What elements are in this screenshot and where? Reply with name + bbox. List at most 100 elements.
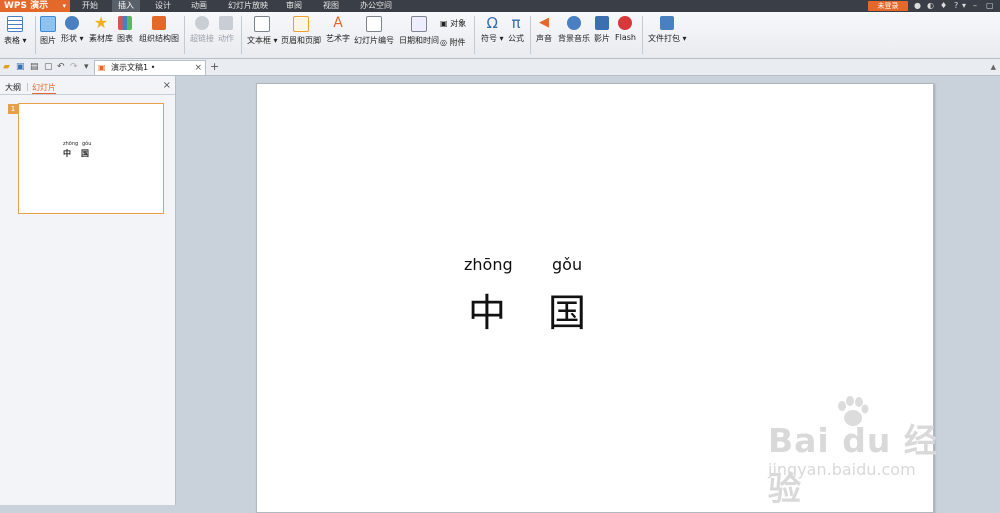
close-tab-icon[interactable]: × <box>194 61 202 75</box>
label: 表格 <box>4 36 20 45</box>
formula-button[interactable]: π 公式 <box>508 16 524 44</box>
separator <box>35 16 36 54</box>
ribbon-toolbar: 表格 ▾ 图片 形状 ▾ ★ 素材库 图表 组织结构图 超链接 动作 文本框 ▾ … <box>0 12 1000 59</box>
org-chart-button[interactable]: 组织结构图 <box>139 16 179 44</box>
pinyin-guo[interactable]: gǒu <box>552 255 582 274</box>
menu-office-space[interactable]: 办公空间 <box>360 0 392 12</box>
undo-icon[interactable]: ↶ <box>57 62 65 72</box>
attachment-icon: ◎ <box>440 38 447 47</box>
shape-icon <box>65 16 80 30</box>
print-icon[interactable]: ▤ <box>30 62 39 72</box>
label: 文本框 <box>247 36 271 45</box>
watermark-url: jingyan.baidu.com <box>768 460 916 479</box>
pinyin-zhong[interactable]: zhōng <box>464 255 513 274</box>
label: 素材库 <box>89 34 113 43</box>
wordart-icon: A <box>333 15 343 31</box>
label: 影片 <box>594 34 610 43</box>
shirt-icon[interactable]: ♦ <box>940 1 947 11</box>
hyperlink-button[interactable]: 超链接 <box>190 16 214 44</box>
open-icon[interactable]: ▰ <box>3 62 10 72</box>
hyperlink-icon <box>195 16 209 30</box>
attachment-button[interactable]: ◎ 附件 <box>440 37 466 48</box>
preview-icon[interactable]: ▢ <box>44 62 53 72</box>
label: 文件打包 <box>648 34 680 43</box>
restore-icon[interactable]: ▢ <box>986 1 994 11</box>
close-pane-icon[interactable]: × <box>163 80 171 91</box>
insert-shape-button[interactable]: 形状 ▾ <box>61 16 84 44</box>
label: 图片 <box>40 36 56 45</box>
insert-picture-button[interactable]: 图片 <box>40 16 56 46</box>
object-icon: ▣ <box>440 19 448 28</box>
wordart-button[interactable]: A 艺术字 <box>326 16 350 44</box>
music-icon <box>567 16 581 30</box>
label: 附件 <box>449 38 466 47</box>
sound-button[interactable]: ◀ 声音 <box>536 16 552 44</box>
header-footer-button[interactable]: 页眉和页脚 <box>281 16 321 46</box>
separator <box>474 16 475 54</box>
label: 背景音乐 <box>558 34 590 43</box>
baidu-jingyan-watermark: Bai du 经验 jingyan.baidu.com <box>768 396 943 508</box>
material-library-button[interactable]: ★ 素材库 <box>89 13 113 44</box>
skin-icon[interactable]: ● <box>914 1 921 11</box>
hanzi-zhong[interactable]: 中 <box>468 282 506 337</box>
hanzi-guo[interactable]: 国 <box>548 282 586 337</box>
label: 组织结构图 <box>139 34 179 43</box>
menu-design[interactable]: 设计 <box>155 0 171 12</box>
tab-slides[interactable]: 幻灯片 <box>32 82 56 94</box>
menu-view[interactable]: 视图 <box>323 0 339 12</box>
symbol-button[interactable]: Ω 符号 ▾ <box>481 16 504 44</box>
separator <box>241 16 242 54</box>
document-tab[interactable]: ▣ 演示文稿1 • × <box>94 60 206 75</box>
menu-slideshow[interactable]: 幻灯片放映 <box>228 0 268 12</box>
document-tab-bar: ▰ ▣ ▤ ▢ ↶ ↷ ▾ ▣ 演示文稿1 • × + <box>0 59 1000 76</box>
help-icon[interactable]: ? <box>954 1 958 11</box>
thumb-hanzi-1: 中 <box>63 149 71 158</box>
menu-review[interactable]: 审阅 <box>286 0 302 12</box>
menu-animation[interactable]: 动画 <box>191 0 207 12</box>
new-tab-icon[interactable]: + <box>210 60 219 73</box>
slide-thumbnail[interactable]: zhōng gǒu 中 国 <box>18 103 164 214</box>
insert-chart-button[interactable]: 图表 <box>117 16 133 44</box>
quick-access-dropdown-icon[interactable]: ▾ <box>84 62 89 72</box>
app-menu-button[interactable]: WPS 演示 ▾ <box>0 0 70 12</box>
label: 对象 <box>450 19 467 28</box>
picture-icon <box>40 16 56 32</box>
textbox-icon <box>254 16 271 32</box>
slide-number-badge: 1 <box>8 104 18 114</box>
chevron-down-icon: ▾ <box>62 2 66 10</box>
flash-icon <box>618 16 633 30</box>
package-file-button[interactable]: 文件打包 ▾ <box>648 16 687 44</box>
package-icon <box>660 16 675 30</box>
tab-outline[interactable]: 大纲 <box>5 82 21 93</box>
sound-icon: ◀ <box>539 15 549 30</box>
tab-divider: | <box>26 82 29 91</box>
menu-home[interactable]: 开始 <box>82 0 98 12</box>
label: 日期和时间 <box>399 36 439 45</box>
scroll-up-icon[interactable]: ▲ <box>991 63 996 71</box>
refresh-icon[interactable]: ◐ <box>927 1 934 11</box>
label: 声音 <box>536 34 552 43</box>
login-button[interactable]: 未登录 <box>868 1 908 11</box>
flash-button[interactable]: Flash <box>615 16 636 42</box>
movie-button[interactable]: 影片 <box>594 16 610 44</box>
thumb-pinyin-1: zhōng <box>63 141 79 147</box>
label: 页眉和页脚 <box>281 36 321 45</box>
label: 动作 <box>218 34 234 43</box>
background-music-button[interactable]: 背景音乐 <box>558 16 590 44</box>
star-icon: ★ <box>93 13 109 32</box>
redo-icon[interactable]: ↷ <box>70 62 78 72</box>
textbox-button[interactable]: 文本框 ▾ <box>247 16 278 46</box>
insert-table-button[interactable]: 表格 ▾ <box>4 16 27 46</box>
divider <box>0 94 175 95</box>
slide-number-button[interactable]: 幻灯片编号 <box>354 16 394 46</box>
object-button[interactable]: ▣ 对象 <box>440 18 466 29</box>
save-icon[interactable]: ▣ <box>16 62 25 72</box>
separator <box>184 16 185 54</box>
action-button[interactable]: 动作 <box>218 16 234 44</box>
label: 艺术字 <box>326 34 350 43</box>
help-dropdown-icon[interactable]: ▾ <box>962 1 966 11</box>
pi-icon: π <box>511 14 521 32</box>
datetime-button[interactable]: 日期和时间 <box>399 16 439 46</box>
minimize-icon[interactable]: – <box>973 1 977 11</box>
label: 幻灯片编号 <box>354 36 394 45</box>
